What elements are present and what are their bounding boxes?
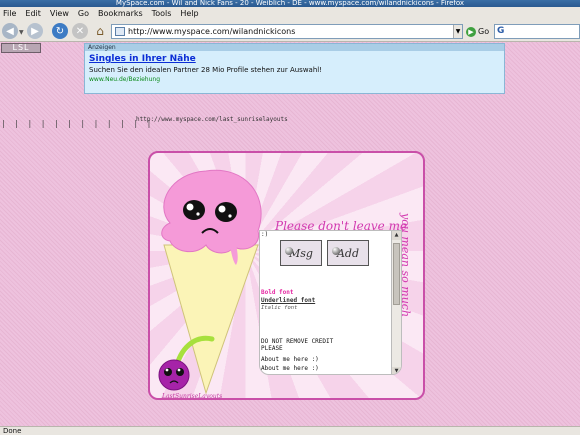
about-me-text-2: About me here :) [261,365,319,372]
menu-go[interactable]: Go [78,9,89,18]
google-search-icon: G [497,26,505,36]
scroll-up-icon[interactable]: ▲ [392,231,401,240]
add-friend-button[interactable]: Add [327,240,369,266]
forward-button[interactable]: ▶ [27,23,43,39]
page-favicon-icon [115,27,125,36]
add-ball-icon [332,247,340,255]
scroll-down-icon[interactable]: ▼ [392,367,401,374]
menu-edit[interactable]: Edit [25,9,41,18]
page-content: LSL Anzeigen Singles in Ihrer Nähe Suche… [0,42,580,426]
smile-text: :) [261,231,269,238]
scroll-thumb[interactable] [393,243,400,305]
ad-label: Anzeigen [85,44,504,51]
go-button[interactable]: ▶ Go [466,24,489,39]
italic-font-sample: Italic font [261,305,298,311]
credit-notice-line1: DO NOT REMOVE CREDIT [261,338,334,345]
credit-notice-line2: PLEASE [261,345,283,352]
back-history-dropdown-icon[interactable]: ▼ [19,29,25,36]
address-bar[interactable]: http://www.myspace.com/wilandnickicons [111,24,463,39]
message-button[interactable]: Msg [280,240,322,266]
about-me-text: About me here :) [261,356,319,363]
menu-help[interactable]: Help [180,9,198,18]
menu-bar: File Edit View Go Bookmarks Tools Help [0,7,580,20]
right-eye [215,202,237,222]
address-url: http://www.myspace.com/wilandnickicons [128,27,296,36]
underlined-font-sample: Underlined font [261,297,316,304]
menu-bookmarks[interactable]: Bookmarks [98,9,143,18]
home-icon: ⌂ [96,24,104,38]
forward-arrow-icon: ▶ [31,25,39,37]
status-bar: Done [0,426,580,435]
reload-icon: ↻ [55,25,65,37]
divider-bars: | | | | | | | | | | | | [2,119,155,128]
scoop-shape [161,169,262,254]
ad-url-link[interactable]: www.Neu.de/Beziehung [89,76,504,83]
stop-icon: ✕ [75,25,85,37]
window-title: MySpace.com - Wil and Nick Fans - 20 - W… [0,0,580,7]
menu-view[interactable]: View [50,9,69,18]
reload-button[interactable]: ↻ [52,23,68,39]
layout-signature: LastSunriseLayouts [162,393,223,400]
cherry [158,359,190,391]
left-eye [183,200,205,220]
bold-font-sample: Bold font [261,289,294,296]
navigation-toolbar: ◀ ▼ ▶ ↻ ✕ ⌂ http://www.myspace.com/wilan… [0,20,580,42]
add-button-label: Add [336,246,360,260]
credit-notice: DO NOT REMOVE CREDIT PLEASE [261,338,333,352]
ad-banner[interactable]: Anzeigen Singles in Ihrer Nähe Suchen Si… [84,43,505,94]
menu-file[interactable]: File [3,9,16,18]
profile-panel-content: :) Msg Add Bold font Underlined font Ita… [260,231,392,374]
lsl-badge[interactable]: LSL [1,43,41,53]
stop-button[interactable]: ✕ [72,23,88,39]
search-input[interactable]: G [494,24,580,39]
home-button[interactable]: ⌂ [92,23,108,39]
ad-title-link[interactable]: Singles in Ihrer Nähe [89,54,504,64]
ad-text: Suchen Sie den idealen Partner 28 Mio Pr… [89,66,323,74]
profile-panel[interactable]: :) Msg Add Bold font Underlined font Ita… [259,230,402,375]
address-dropdown-icon[interactable]: ▼ [453,25,462,38]
panel-scrollbar[interactable]: ▲ ▼ [391,231,401,374]
go-label: Go [478,27,490,36]
message-ball-icon [285,247,293,255]
go-arrow-icon: ▶ [466,26,476,37]
contact-buttons: Msg Add [280,240,369,266]
menu-tools[interactable]: Tools [152,9,172,18]
back-arrow-icon: ◀ [6,25,14,37]
profile-layout: Please don't leave me you mean so much L… [148,151,425,400]
back-button[interactable]: ◀ [2,23,18,39]
credit-url-link[interactable]: http://www.myspace.com/last_sunriselayou… [136,116,288,123]
